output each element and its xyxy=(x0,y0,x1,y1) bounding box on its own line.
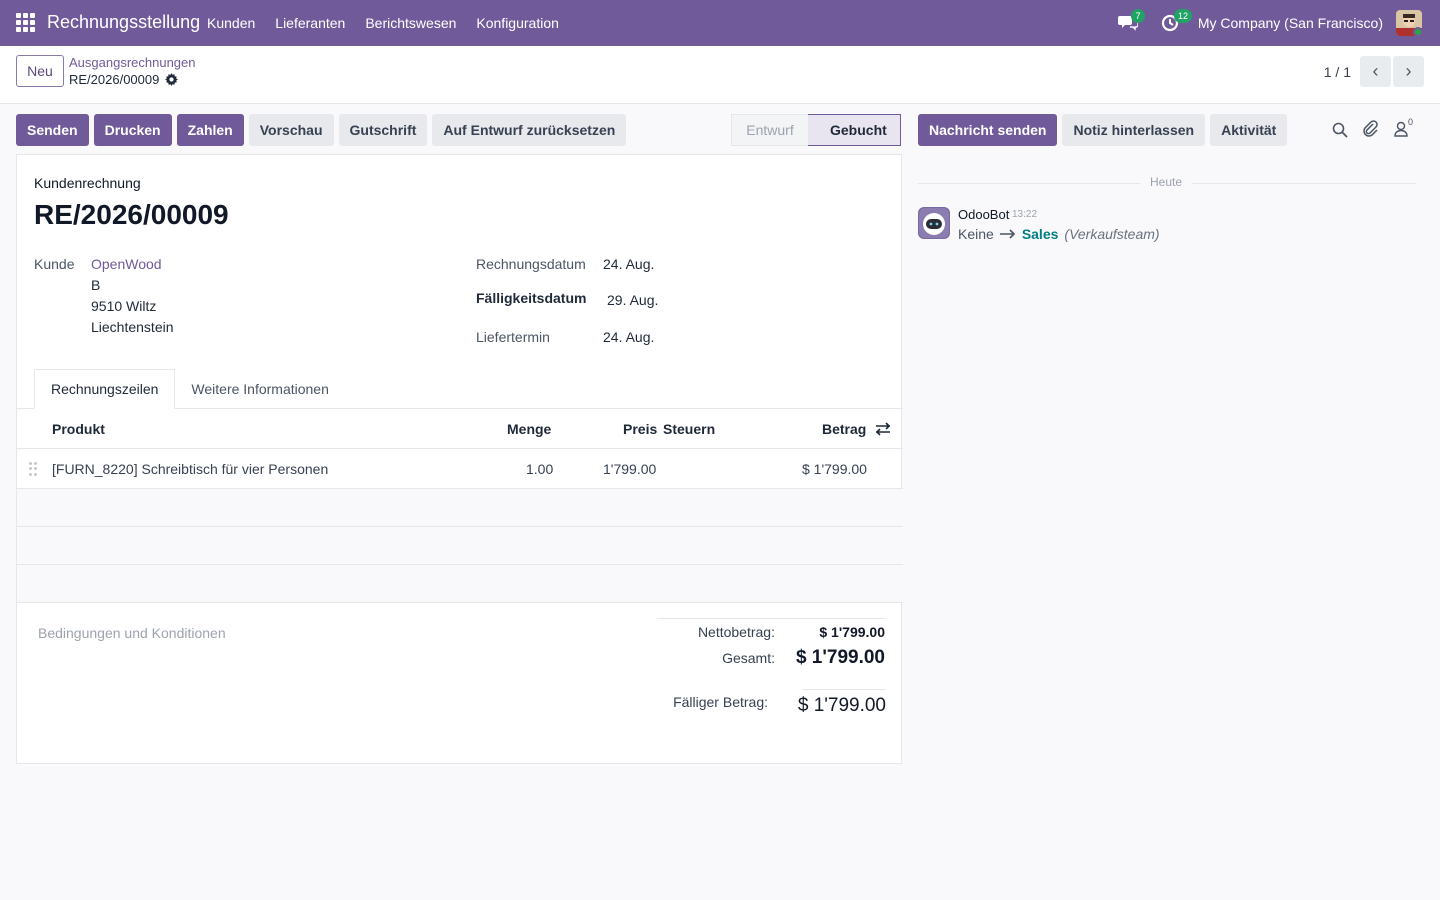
column-taxes[interactable]: Steuern xyxy=(663,421,715,437)
amount-due-label: Fälliger Betrag: xyxy=(673,694,768,710)
line-quantity: 1.00 xyxy=(526,461,554,477)
residual-divider xyxy=(803,689,885,690)
reset-to-draft-button[interactable]: Auf Entwurf zurücksetzen xyxy=(432,114,627,146)
activity-button[interactable]: Aktivität xyxy=(1210,114,1288,146)
status-posted[interactable]: Gebucht xyxy=(808,114,901,146)
delivery-date-label: Liefertermin xyxy=(476,329,550,345)
user-avatar[interactable] xyxy=(1396,10,1422,36)
print-button[interactable]: Drucken xyxy=(93,114,172,146)
notebook-tabs: Rechnungszeilen Weitere Informationen xyxy=(34,369,345,409)
delivery-date-value[interactable]: 24. Aug. xyxy=(603,329,654,345)
credit-note-button[interactable]: Gutschrift xyxy=(338,114,428,146)
line-price: 1'799.00 xyxy=(603,461,657,477)
date-separator-label: Heute xyxy=(1150,175,1183,189)
menu-item-customers[interactable]: Kunden xyxy=(207,15,255,31)
odoobot-avatar[interactable] xyxy=(918,207,950,239)
column-product[interactable]: Produkt xyxy=(52,421,105,437)
total-value: $ 1'799.00 xyxy=(795,647,885,668)
bot-icon xyxy=(919,208,949,238)
customer-name[interactable]: OpenWood xyxy=(91,256,162,272)
followers-icon[interactable] xyxy=(1394,121,1408,137)
tracking-field-name: (Verkaufsteam) xyxy=(1064,226,1160,242)
message-time: 13:22 xyxy=(1012,209,1038,220)
arrow-right-icon xyxy=(999,229,1015,239)
messages-systray[interactable]: 7 xyxy=(1118,9,1145,33)
pay-button[interactable]: Zahlen xyxy=(176,114,244,146)
activities-badge: 12 xyxy=(1174,9,1193,23)
customer-address-line-1: B xyxy=(91,277,101,293)
menu-item-configuration[interactable]: Konfiguration xyxy=(476,15,559,31)
invoice-date-label: Rechnungsdatum xyxy=(476,256,586,272)
pager-previous-button[interactable]: ‹ xyxy=(1360,56,1391,87)
log-note-button[interactable]: Notiz hinterlassen xyxy=(1062,114,1206,146)
tracking-message: Keine Sales (Verkaufsteam) xyxy=(958,226,1160,242)
tab-other-info[interactable]: Weitere Informationen xyxy=(175,369,344,409)
online-status-icon xyxy=(1413,27,1422,36)
paperclip-icon[interactable] xyxy=(1362,120,1378,138)
send-message-button[interactable]: Nachricht senden xyxy=(918,114,1058,146)
action-buttons: Senden Drucken Zahlen Vorschau Gutschrif… xyxy=(16,114,627,146)
move-type-label: Kundenrechnung xyxy=(34,175,141,191)
amount-due-value: $ 1'799.00 xyxy=(797,695,886,716)
menu-item-reporting[interactable]: Berichtswesen xyxy=(365,15,456,31)
messages-badge: 7 xyxy=(1131,9,1145,23)
terms-conditions-field[interactable]: Bedingungen und Konditionen xyxy=(38,625,226,641)
column-quantity[interactable]: Menge xyxy=(507,421,551,437)
invoice-date-value[interactable]: 24. Aug. xyxy=(603,256,654,272)
followers-count: 0 xyxy=(1408,117,1414,127)
message-author[interactable]: OdooBot xyxy=(958,207,1009,222)
totals-divider xyxy=(657,618,885,619)
customer-address-line-2: 9510 Wiltz xyxy=(91,298,157,314)
company-switcher[interactable]: My Company (San Francisco) xyxy=(1198,15,1383,31)
tab-invoice-lines[interactable]: Rechnungszeilen xyxy=(34,369,176,409)
column-price[interactable]: Preis xyxy=(623,421,657,437)
app-title[interactable]: Rechnungsstellung xyxy=(47,12,200,33)
preview-button[interactable]: Vorschau xyxy=(248,114,334,146)
invoice-number: RE/2026/00009 xyxy=(34,199,229,230)
search-icon[interactable] xyxy=(1332,122,1348,138)
status-bar: Entwurf Gebucht xyxy=(731,114,901,146)
line-amount: $ 1'799.00 xyxy=(802,461,867,477)
empty-row xyxy=(17,565,903,603)
app-menu-icon[interactable] xyxy=(16,13,36,33)
empty-row xyxy=(17,489,903,527)
control-panel: Neu Ausgangsrechnungen RE/2026/00009 1 /… xyxy=(0,46,1440,104)
table-row[interactable]: [FURN_8220] Schreibtisch für vier Person… xyxy=(17,449,903,489)
lines-table-header: Produkt Menge Preis Steuern Betrag xyxy=(17,409,903,449)
chatter-topbar: Nachricht senden Notiz hinterlassen Akti… xyxy=(918,114,1288,146)
drag-handle-icon[interactable] xyxy=(29,462,37,476)
status-draft[interactable]: Entwurf xyxy=(731,114,809,146)
chevron-right-icon: › xyxy=(1405,61,1412,81)
date-separator: Heute xyxy=(918,175,1416,191)
due-date-value[interactable]: 29. Aug. xyxy=(607,292,658,308)
breadcrumb-parent[interactable]: Ausgangsrechnungen xyxy=(69,55,196,70)
customer-address-line-3: Liechtenstein xyxy=(91,319,174,335)
untaxed-amount-value: $ 1'799.00 xyxy=(819,624,885,640)
pager-value[interactable]: 1 / 1 xyxy=(1324,64,1351,80)
pager-next-button[interactable]: › xyxy=(1393,56,1424,87)
breadcrumb-current-label: RE/2026/00009 xyxy=(69,72,160,87)
top-navbar: Rechnungsstellung Kunden Lieferanten Ber… xyxy=(0,0,1440,46)
customer-label: Kunde xyxy=(34,256,75,272)
due-date-label: Fälligkeitsdatum xyxy=(476,290,587,306)
optional-columns-icon[interactable] xyxy=(875,422,891,436)
breadcrumb-current: RE/2026/00009 xyxy=(69,72,179,87)
untaxed-amount-label: Nettobetrag: xyxy=(697,624,775,640)
activities-systray[interactable]: 12 xyxy=(1161,9,1193,33)
send-button[interactable]: Senden xyxy=(16,114,89,146)
main-menu: Kunden Lieferanten Berichtswesen Konfigu… xyxy=(207,15,579,31)
tracking-old-value: Keine xyxy=(958,226,994,242)
chevron-left-icon: ‹ xyxy=(1372,61,1379,81)
empty-row xyxy=(17,527,903,565)
tracking-new-value: Sales xyxy=(1021,226,1059,242)
menu-item-vendors[interactable]: Lieferanten xyxy=(275,15,345,31)
invoice-form-sheet: Kundenrechnung RE/2026/00009 Kunde OpenW… xyxy=(16,154,903,764)
gear-icon[interactable] xyxy=(165,73,179,86)
line-product: [FURN_8220] Schreibtisch für vier Person… xyxy=(52,461,329,477)
new-button[interactable]: Neu xyxy=(16,55,64,87)
column-amount[interactable]: Betrag xyxy=(822,421,866,437)
